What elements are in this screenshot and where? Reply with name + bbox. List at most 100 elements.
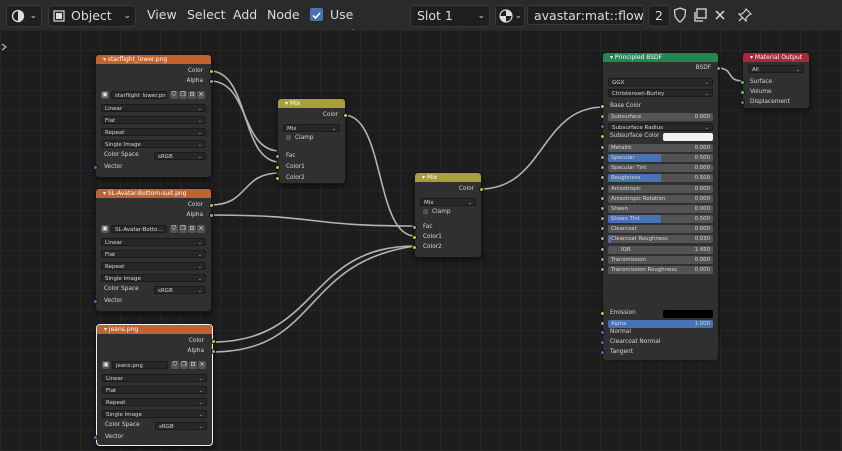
input-alpha-socket[interactable] bbox=[600, 321, 605, 326]
image-icon[interactable]: ▣ bbox=[101, 91, 109, 99]
slot-dropdown[interactable]: Slot 1 ⌄ bbox=[410, 5, 490, 27]
anisotropic-field[interactable]: Anisotropic 0.000 bbox=[608, 184, 713, 193]
sheen-field[interactable]: Sheen 0.000 bbox=[608, 204, 713, 213]
fake-user-icon[interactable]: ⛉ bbox=[170, 91, 178, 99]
close-icon[interactable]: × bbox=[197, 91, 205, 99]
input-field-socket[interactable] bbox=[600, 226, 605, 232]
input-field-socket[interactable] bbox=[600, 165, 605, 171]
anisotropic-rotation-field[interactable]: Anisotropic Rotation 0.000 bbox=[608, 194, 713, 203]
close-icon[interactable]: × bbox=[197, 225, 205, 233]
subsurface-radius-dropdown[interactable]: Subsurface Radius ⌄ bbox=[608, 123, 713, 131]
subsurface-method-dropdown[interactable]: Christensen-Burley ⌄ bbox=[608, 89, 713, 97]
input-color2-socket[interactable] bbox=[275, 176, 280, 181]
subsurface-field[interactable]: Subsurface 0.000 bbox=[608, 113, 713, 121]
alpha-field[interactable]: Alpha 1.000 bbox=[608, 320, 713, 328]
output-bsdf-socket[interactable] bbox=[716, 66, 721, 71]
roughness-field[interactable]: Roughness 0.500 bbox=[608, 174, 713, 183]
input-vector-socket[interactable] bbox=[93, 299, 98, 304]
image-selector[interactable]: ▣ SL-Avatar-Botto... ⛉ ❐ ⊡ × bbox=[101, 225, 206, 234]
specular-tint-field[interactable]: Specular Tint 0.000 bbox=[608, 164, 713, 173]
node-canvas[interactable]: ▾ starflight_lower.png Color Alpha ▣ sta… bbox=[0, 30, 842, 451]
projection-dropdown[interactable]: Flat ⌄ bbox=[101, 116, 206, 124]
input-field-socket[interactable] bbox=[600, 145, 605, 150]
duplicate-icon[interactable]: ❐ bbox=[180, 361, 188, 369]
unlink-material-button[interactable] bbox=[711, 5, 729, 25]
input-field-socket[interactable] bbox=[600, 175, 605, 181]
input-displacement-socket[interactable] bbox=[740, 100, 745, 105]
duplicate-icon[interactable]: ❐ bbox=[179, 91, 187, 99]
input-volume-socket[interactable] bbox=[740, 90, 745, 95]
menu-select[interactable]: Select bbox=[185, 5, 228, 25]
colorspace-dropdown[interactable]: sRGB ⌄ bbox=[155, 422, 207, 430]
input-fac-socket[interactable] bbox=[412, 225, 417, 230]
input-clearcoat-normal-socket[interactable] bbox=[600, 340, 605, 345]
fake-user-button[interactable] bbox=[671, 5, 689, 25]
user-count-button[interactable]: 2 bbox=[648, 5, 670, 27]
output-color-socket[interactable] bbox=[343, 113, 348, 118]
image-name-field[interactable]: jeans.png bbox=[112, 361, 168, 369]
duplicate-icon[interactable]: ❐ bbox=[179, 225, 187, 233]
open-folder-icon[interactable]: ⊡ bbox=[188, 91, 196, 99]
input-color2-socket[interactable] bbox=[412, 245, 417, 250]
clearcoat-field[interactable]: Clearcoat 0.000 bbox=[608, 225, 713, 234]
use-nodes-toggle[interactable]: Use Nodes bbox=[308, 5, 390, 42]
material-output-node[interactable]: ▾ Material Output All ⌄ Surface Volume Di… bbox=[740, 52, 810, 109]
input-field-socket[interactable] bbox=[600, 256, 605, 262]
image-selector[interactable]: ▣ starflight_lower.png ⛉ ❐ ⊡ × bbox=[101, 91, 206, 100]
image-texture-node-jeans[interactable]: ▾ jeans.png Color Alpha ▣ jeans.png ⛉ ❐ … bbox=[93, 324, 216, 446]
node-header[interactable]: ▾ Mix bbox=[415, 173, 481, 182]
input-subsurface-socket[interactable] bbox=[600, 114, 605, 119]
menu-node[interactable]: Node bbox=[265, 5, 302, 25]
input-base-color-socket[interactable] bbox=[600, 104, 605, 109]
material-browse-button[interactable]: ⌄ bbox=[495, 5, 525, 27]
node-header[interactable]: ▾ Principled BSDF bbox=[603, 53, 718, 62]
open-folder-icon[interactable]: ⊡ bbox=[189, 361, 197, 369]
fake-user-icon[interactable]: ⛉ bbox=[170, 225, 178, 233]
transmission-roughness-field[interactable]: Transmission Roughness 0.000 bbox=[608, 265, 713, 274]
principled-bsdf-node-footer[interactable]: Normal Clearcoat Normal Tangent bbox=[600, 329, 719, 361]
input-emission-socket[interactable] bbox=[600, 311, 605, 316]
input-subsurface-color-socket[interactable] bbox=[600, 134, 605, 139]
image-selector[interactable]: ▣ jeans.png ⛉ ❐ ⊡ × bbox=[102, 361, 207, 370]
checkbox-checked-icon[interactable] bbox=[310, 8, 323, 21]
image-icon[interactable]: ▣ bbox=[102, 361, 110, 369]
checkbox-icon[interactable] bbox=[286, 135, 291, 140]
menu-add[interactable]: Add bbox=[231, 5, 259, 25]
image-name-field[interactable]: SL-Avatar-Botto... bbox=[111, 225, 167, 233]
node-header[interactable]: ▾ starflight_lower.png bbox=[96, 55, 211, 64]
emission-color-swatch[interactable] bbox=[663, 310, 713, 318]
colorspace-dropdown[interactable]: sRGB ⌄ bbox=[154, 152, 206, 160]
image-texture-node-avatar-bottom[interactable]: ▾ SL-Avatar-Bottom-suit.png Color Alpha … bbox=[93, 188, 214, 312]
target-dropdown[interactable]: All ⌄ bbox=[748, 65, 804, 73]
mix-node-1[interactable]: ▾ Mix Color Mix ⌄ Clamp Fac Color1 Color2 bbox=[275, 98, 348, 184]
input-color1-socket[interactable] bbox=[412, 235, 417, 240]
ior-field[interactable]: IOR 1.450 bbox=[608, 245, 713, 254]
input-normal-socket[interactable] bbox=[600, 330, 605, 335]
clamp-checkbox[interactable]: Clamp bbox=[423, 208, 451, 217]
subsurface-color-swatch[interactable] bbox=[663, 133, 713, 141]
input-field-socket[interactable] bbox=[600, 185, 605, 191]
node-header[interactable]: ▾ Mix bbox=[278, 99, 345, 108]
input-tangent-socket[interactable] bbox=[600, 350, 605, 355]
transmission-field[interactable]: Transmission 0.000 bbox=[608, 255, 713, 264]
extension-dropdown[interactable]: Repeat ⌄ bbox=[101, 128, 206, 136]
blend-mode-dropdown[interactable]: Mix ⌄ bbox=[283, 124, 340, 132]
image-name-field[interactable]: starflight_lower.png bbox=[111, 91, 167, 99]
checkbox-icon[interactable] bbox=[423, 209, 428, 214]
input-color1-socket[interactable] bbox=[275, 165, 280, 170]
metallic-field[interactable]: Metallic 0.000 bbox=[608, 144, 713, 152]
output-alpha-socket[interactable] bbox=[209, 79, 214, 84]
mix-node-2[interactable]: ▾ Mix Color Mix ⌄ Clamp Fac Color1 Color2 bbox=[412, 172, 484, 258]
image-texture-node-starflight[interactable]: ▾ starflight_lower.png Color Alpha ▣ sta… bbox=[93, 54, 214, 178]
input-subsurface-radius-socket[interactable] bbox=[600, 124, 605, 129]
output-color-socket[interactable] bbox=[209, 203, 214, 208]
source-dropdown[interactable]: Single Image ⌄ bbox=[101, 274, 206, 282]
input-vector-socket[interactable] bbox=[93, 435, 98, 440]
node-header[interactable]: ▾ Material Output bbox=[743, 53, 809, 62]
input-field-socket[interactable] bbox=[600, 205, 605, 211]
blend-mode-dropdown[interactable]: Mix ⌄ bbox=[420, 198, 476, 206]
input-field-socket[interactable] bbox=[600, 216, 605, 222]
interpolation-dropdown[interactable]: Linear ⌄ bbox=[102, 374, 207, 382]
output-color-socket[interactable] bbox=[209, 69, 214, 74]
principled-bsdf-node[interactable]: ▾ Principled BSDF BSDF GGX ⌄ Christensen-… bbox=[600, 52, 721, 332]
